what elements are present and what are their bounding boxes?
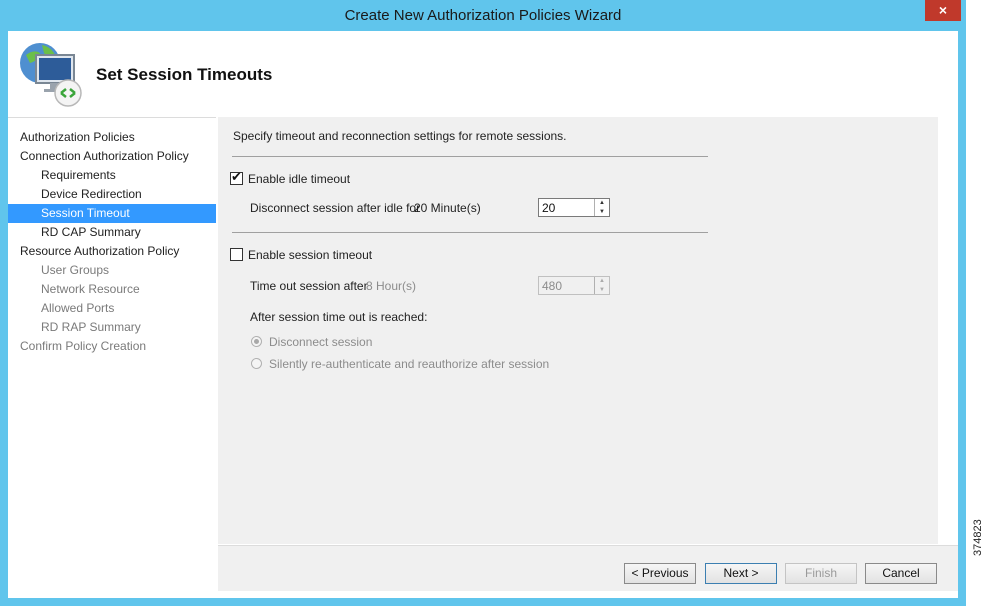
window-title: Create New Authorization Policies Wizard: [344, 7, 622, 24]
figure-id: 374823: [972, 519, 984, 556]
page-title: Set Session Timeouts: [96, 65, 273, 84]
remote-desktop-computer-icon: [20, 43, 82, 107]
reauthenticate-label: Silently re-authenticate and reauthorize…: [269, 357, 550, 371]
idle-stepper-arrows: ▲ ▼: [594, 199, 609, 216]
previous-button[interactable]: < Previous: [624, 563, 696, 584]
wizard-client-area: Set Session Timeouts Authorization Polic…: [8, 31, 958, 598]
wizard-header: Set Session Timeouts: [8, 31, 958, 116]
step-resource-authorization-policy[interactable]: Resource Authorization Policy: [8, 242, 216, 261]
settings-panel: Specify timeout and reconnection setting…: [218, 117, 938, 544]
step-authorization-policies[interactable]: Authorization Policies: [8, 128, 216, 147]
radio-selected-dot: [254, 339, 259, 344]
session-timeout-stepper: 480 ▲ ▼: [538, 276, 610, 295]
disconnect-session-radio: [251, 336, 262, 347]
step-rd-cap-summary[interactable]: RD CAP Summary: [8, 223, 216, 242]
idle-readout: 20 Minute(s): [414, 201, 481, 215]
finish-button: Finish: [785, 563, 857, 584]
title-bar[interactable]: Create New Authorization Policies Wizard…: [0, 0, 966, 31]
step-device-redirection[interactable]: Device Redirection: [8, 185, 216, 204]
step-allowed-ports: Allowed Ports: [41, 301, 115, 315]
separator-top: [232, 156, 708, 157]
idle-timeout-value[interactable]: 20: [542, 201, 555, 215]
step-connection-authorization-policy[interactable]: Connection Authorization Policy: [8, 147, 216, 166]
intro-text: Specify timeout and reconnection setting…: [233, 129, 567, 143]
disconnect-session-label: Disconnect session: [269, 335, 373, 349]
idle-disconnect-label: Disconnect session after idle for: [250, 201, 421, 215]
spin-down-icon[interactable]: ▼: [595, 208, 609, 216]
step-confirm-policy-creation: Confirm Policy Creation: [20, 339, 147, 353]
session-timeout-label: Time out session after: [250, 279, 368, 293]
after-timeout-label: After session time out is reached:: [250, 310, 428, 324]
wizard-window: Create New Authorization Policies Wizard…: [0, 0, 966, 606]
enable-session-timeout-label[interactable]: Enable session timeout: [248, 248, 372, 262]
step-rd-rap-summary: RD RAP Summary: [41, 320, 141, 334]
wizard-step-list: Authorization Policies Connection Author…: [8, 117, 216, 591]
next-button[interactable]: Next >: [705, 563, 777, 584]
separator-middle: [232, 232, 708, 233]
session-timeout-value: 480: [542, 279, 563, 293]
close-icon: ×: [938, 2, 948, 18]
enable-idle-timeout-checkbox[interactable]: ✔: [230, 169, 243, 185]
session-stepper-arrows: ▲ ▼: [594, 277, 609, 294]
checkmark-icon: ✔: [231, 169, 242, 184]
session-readout: 8 Hour(s): [366, 279, 417, 293]
reauthenticate-radio: [251, 358, 262, 369]
spin-up-icon[interactable]: ▲: [595, 199, 609, 207]
spin-up-icon: ▲: [599, 278, 605, 284]
enable-idle-timeout-label[interactable]: Enable idle timeout: [248, 172, 350, 186]
enable-session-timeout-checkbox[interactable]: [230, 248, 243, 261]
spin-down-icon: ▼: [599, 287, 605, 293]
step-network-resource: Network Resource: [41, 282, 140, 296]
idle-timeout-stepper[interactable]: 20 ▲ ▼: [538, 198, 610, 217]
step-session-timeout[interactable]: Session Timeout: [8, 204, 216, 223]
step-user-groups: User Groups: [41, 263, 110, 277]
cancel-button[interactable]: Cancel: [865, 563, 937, 584]
step-requirements[interactable]: Requirements: [8, 166, 216, 185]
wizard-footer: < Previous Next > Finish Cancel: [218, 545, 958, 591]
close-button[interactable]: ×: [925, 0, 961, 21]
